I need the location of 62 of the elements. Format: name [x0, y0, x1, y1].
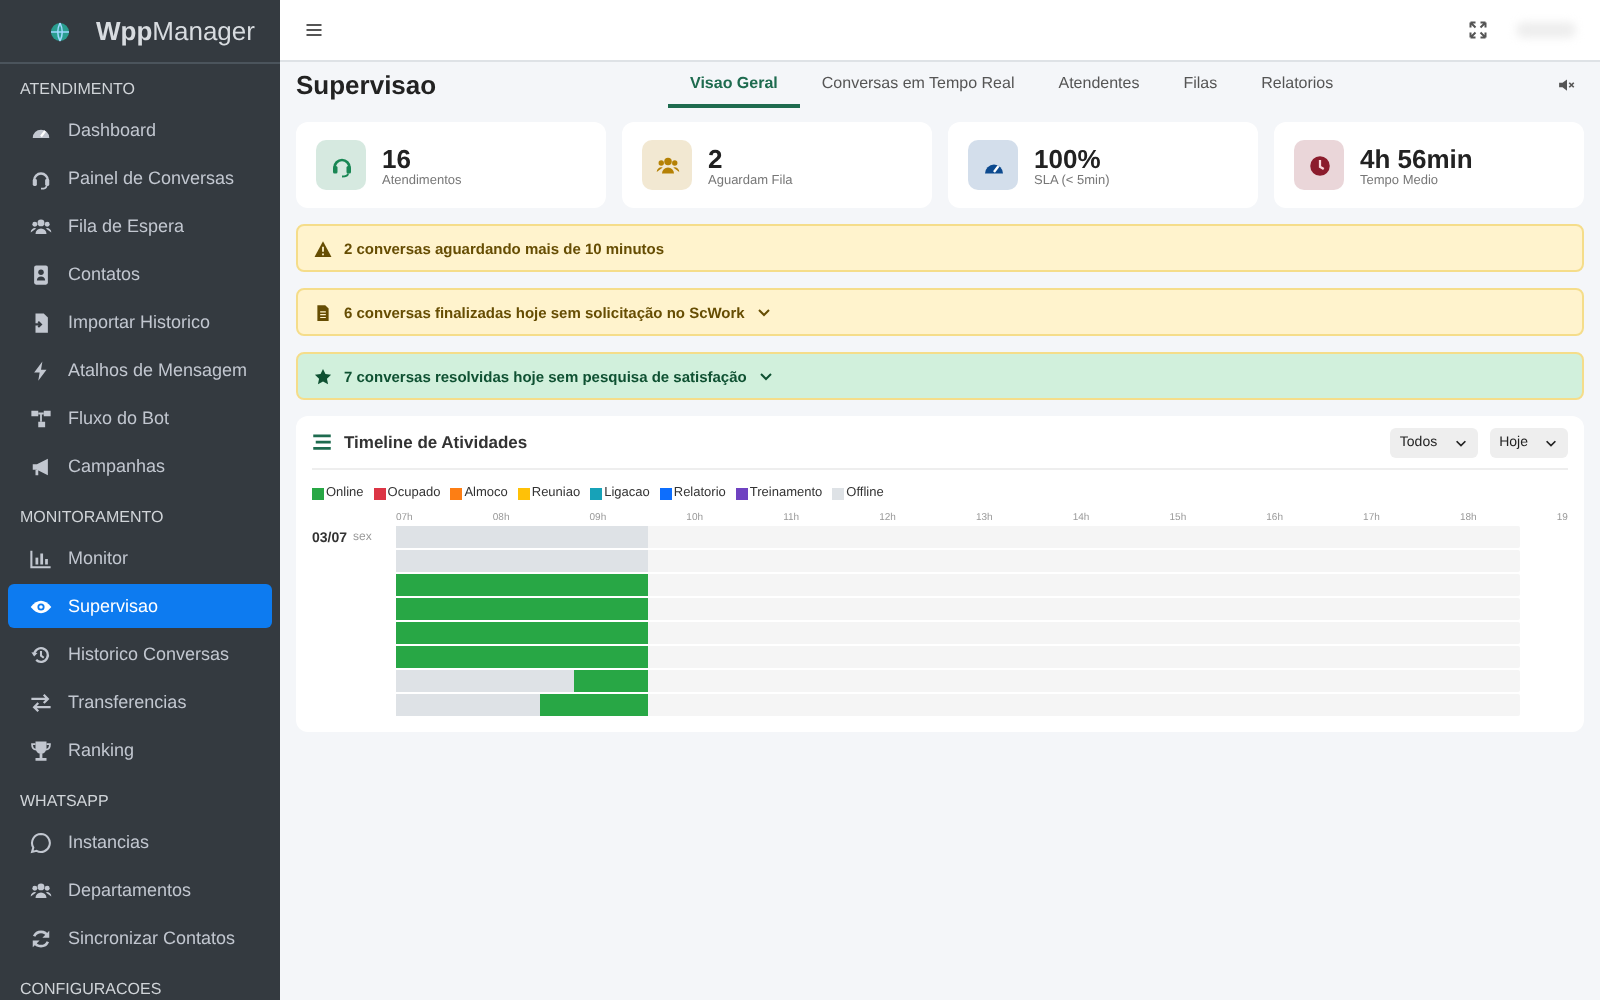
users-icon [30, 215, 52, 237]
caret-icon [1544, 435, 1558, 449]
bolt-icon [30, 359, 52, 381]
globe-logo-icon [48, 19, 72, 43]
history-icon [30, 643, 52, 665]
sidebar-item[interactable]: Supervisao [8, 584, 272, 628]
stat-value: 100% [1034, 143, 1103, 173]
bar-chart-icon [30, 547, 52, 569]
section-heading: CONFIGURACOES [18, 978, 164, 1000]
sync-icon [30, 927, 52, 949]
star-icon [314, 367, 332, 385]
chevron-down-icon [756, 304, 773, 320]
file-arrow-icon [30, 311, 52, 333]
contact-card-icon [30, 263, 52, 285]
sidebar-item[interactable]: Contatos [8, 252, 272, 296]
tab[interactable]: Conversas em Tempo Real [799, 61, 1037, 107]
sidebar-item[interactable]: Fila de Espera [8, 204, 272, 248]
users-icon [30, 879, 52, 901]
file-icon [314, 303, 332, 321]
page-title: Supervisao [296, 69, 439, 99]
section-heading: ATENDIMENTO [18, 78, 137, 102]
chat-bubble-icon [30, 831, 52, 853]
sidebar-item[interactable]: Painel de Conversas [8, 156, 272, 200]
sidebar-item[interactable]: Instancias [8, 820, 272, 864]
menu-icon [304, 20, 324, 40]
chevron-down-icon [758, 368, 775, 384]
section-heading: MONITORAMENTO [18, 506, 166, 530]
sidebar-item[interactable]: Fluxo do Bot [8, 396, 272, 440]
list-icon [312, 432, 332, 452]
trophy-icon [30, 739, 52, 761]
sidebar-item[interactable]: Dashboard [8, 108, 272, 152]
brand-name: WppManager [96, 16, 255, 46]
caret-icon [1453, 435, 1468, 449]
sidebar-item[interactable]: Historico Conversas [8, 632, 272, 676]
sidebar-item[interactable]: Sincronizar Contatos [8, 916, 272, 960]
sidebar-item[interactable]: Atalhos de Mensagem [8, 348, 272, 392]
sidebar-item[interactable]: Monitor [8, 536, 272, 580]
headset-icon [30, 167, 52, 189]
sidebar-item[interactable]: Importar Historico [8, 300, 272, 344]
megaphone-icon [30, 455, 52, 477]
sidebar-item[interactable]: Transferencias [8, 680, 272, 724]
tab[interactable]: Filas [1161, 61, 1240, 107]
swap-arrows-icon [30, 691, 52, 713]
users-icon [655, 153, 679, 177]
sidebar-item[interactable]: Departamentos [8, 868, 272, 912]
card-title: Timeline de Atividades [344, 432, 528, 452]
sidebar-item[interactable]: Campanhas [8, 444, 272, 488]
eye-icon [30, 595, 52, 617]
tab[interactable]: Relatorios [1239, 61, 1356, 107]
expand-icon [1468, 20, 1488, 40]
warning-icon [314, 239, 332, 257]
section-heading: WHATSAPP [18, 790, 111, 814]
flow-icon [30, 407, 52, 429]
clock-icon [1307, 153, 1331, 177]
sidebar-item[interactable]: Ranking [8, 728, 272, 772]
stat-value: 2 [708, 143, 725, 173]
tab[interactable]: Atendentes [1036, 61, 1162, 107]
headset-icon [329, 153, 353, 177]
stat-value: 16 [382, 143, 413, 173]
tab[interactable]: Visao Geral [668, 61, 800, 107]
stat-value: 4h 56min [1360, 143, 1473, 173]
mute-speaker-icon [1558, 75, 1576, 93]
